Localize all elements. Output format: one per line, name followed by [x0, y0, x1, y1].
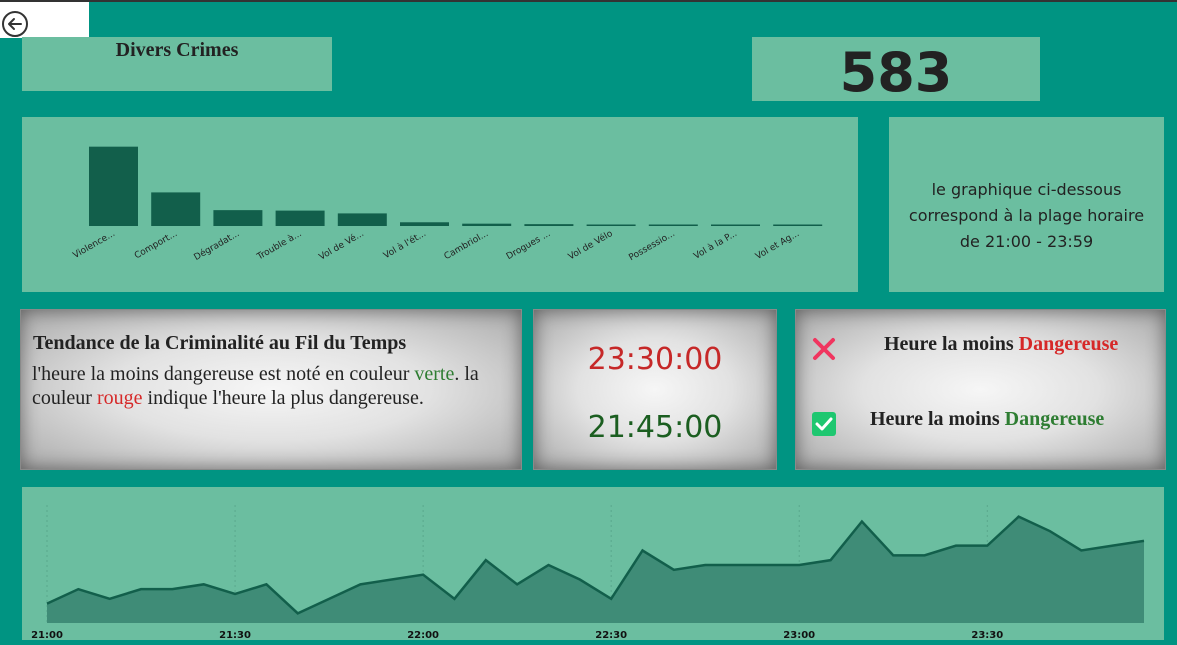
- bar[interactable]: [711, 224, 760, 227]
- bar-category-label: Possessio...: [627, 229, 676, 263]
- legend-label-dangerous: Heure la moins Dangereuse: [884, 333, 1118, 356]
- least-dangerous-hour: 21:45:00: [587, 410, 723, 445]
- note-line-3: de 21:00 - 23:59: [959, 232, 1094, 251]
- trend-title: Tendance de la Criminalité au Fil du Tem…: [33, 332, 407, 354]
- legend-label-1-prefix: Heure la moins: [884, 333, 1019, 355]
- title-card: Divers Crimes: [22, 37, 332, 91]
- count-card: 583: [752, 37, 1040, 104]
- trend-text-c: indique l'heure la plus dangereuse.: [142, 387, 424, 409]
- note-line-1: le graphique ci-dessous: [931, 180, 1122, 199]
- note-line-2: correspond à la plage horaire: [908, 206, 1145, 225]
- crime-type-bar-chart: Violence... Comport... Dégradat... Trouble …: [22, 117, 858, 292]
- bar[interactable]: [275, 210, 325, 226]
- green-word: verte: [414, 363, 455, 385]
- x-tick-label: 23:30: [971, 630, 1003, 640]
- bar-category-label: Comport...: [133, 229, 179, 261]
- x-tick-label: 23:00: [783, 630, 815, 640]
- back-arrow-icon[interactable]: [1, 10, 29, 38]
- window-top-border: [0, 0, 1177, 2]
- bar[interactable]: [213, 210, 263, 226]
- bar[interactable]: [462, 223, 512, 226]
- bar-category-label: Vol et Ag...: [754, 229, 801, 262]
- red-word: rouge: [96, 387, 143, 409]
- trend-description: l'heure la moins dangereuse est noté en …: [32, 362, 502, 410]
- legend-card: Heure la moins Dangereuse Heure la moins…: [795, 309, 1166, 470]
- legend-label-1-word: Dangereuse: [1018, 333, 1119, 355]
- bar-category-label: Vol à l'ét...: [382, 228, 428, 261]
- bar-category-label: Dégradat...: [192, 228, 241, 263]
- bar-category-label: Drogues ...: [505, 229, 552, 262]
- bar-category-label: Trouble à...: [255, 229, 304, 263]
- bar-category-label: Vol à la P...: [692, 229, 739, 262]
- legend-label-2-word: Dangereuse: [1004, 408, 1105, 430]
- bar[interactable]: [400, 222, 449, 226]
- most-dangerous-hour: 23:30:00: [587, 342, 723, 377]
- trend-description-card: Tendance de la Criminalité au Fil du Tem…: [20, 309, 522, 470]
- bar-category-label: Cambriol...: [443, 229, 491, 262]
- bar[interactable]: [89, 146, 138, 226]
- back-button[interactable]: [0, 2, 89, 38]
- bar-category-label: Vol de Vélo: [566, 228, 615, 262]
- hours-card: 23:30:00 21:45:00: [533, 309, 777, 470]
- legend-label-2-prefix: Heure la moins: [870, 408, 1005, 430]
- bar[interactable]: [151, 192, 201, 226]
- bar-category-label: Violence...: [71, 229, 117, 261]
- bar-category-label: Vol de Vé...: [317, 228, 366, 263]
- bar-chart-svg: Violence... Comport... Dégradat... Trouble …: [71, 146, 823, 263]
- bar[interactable]: [586, 224, 636, 227]
- bar[interactable]: [648, 224, 698, 227]
- bar[interactable]: [524, 224, 574, 226]
- x-tick-label: 21:00: [31, 630, 63, 640]
- bar[interactable]: [337, 213, 387, 226]
- x-tick-label: 21:30: [219, 630, 251, 640]
- time-range-note: le graphique ci-dessous correspond à la …: [889, 117, 1164, 292]
- x-tick-label: 22:00: [407, 630, 439, 640]
- area-fill: [47, 516, 1144, 623]
- crime-count: 583: [839, 41, 953, 104]
- bar[interactable]: [773, 224, 823, 227]
- x-tick-label: 22:30: [595, 630, 627, 640]
- trend-text-a: l'heure la moins dangereuse est noté en …: [32, 363, 410, 385]
- area-chart-svg: 21:00 21:30 22:00 22:30 23:00 23:30: [31, 505, 1145, 641]
- legend-label-safe: Heure la moins Dangereuse: [870, 408, 1104, 431]
- green-check-icon: [812, 412, 836, 436]
- page-title: Divers Crimes: [115, 39, 239, 61]
- red-x-icon: [813, 338, 835, 360]
- crime-trend-area-chart: 21:00 21:30 22:00 22:30 23:00 23:30: [22, 487, 1164, 641]
